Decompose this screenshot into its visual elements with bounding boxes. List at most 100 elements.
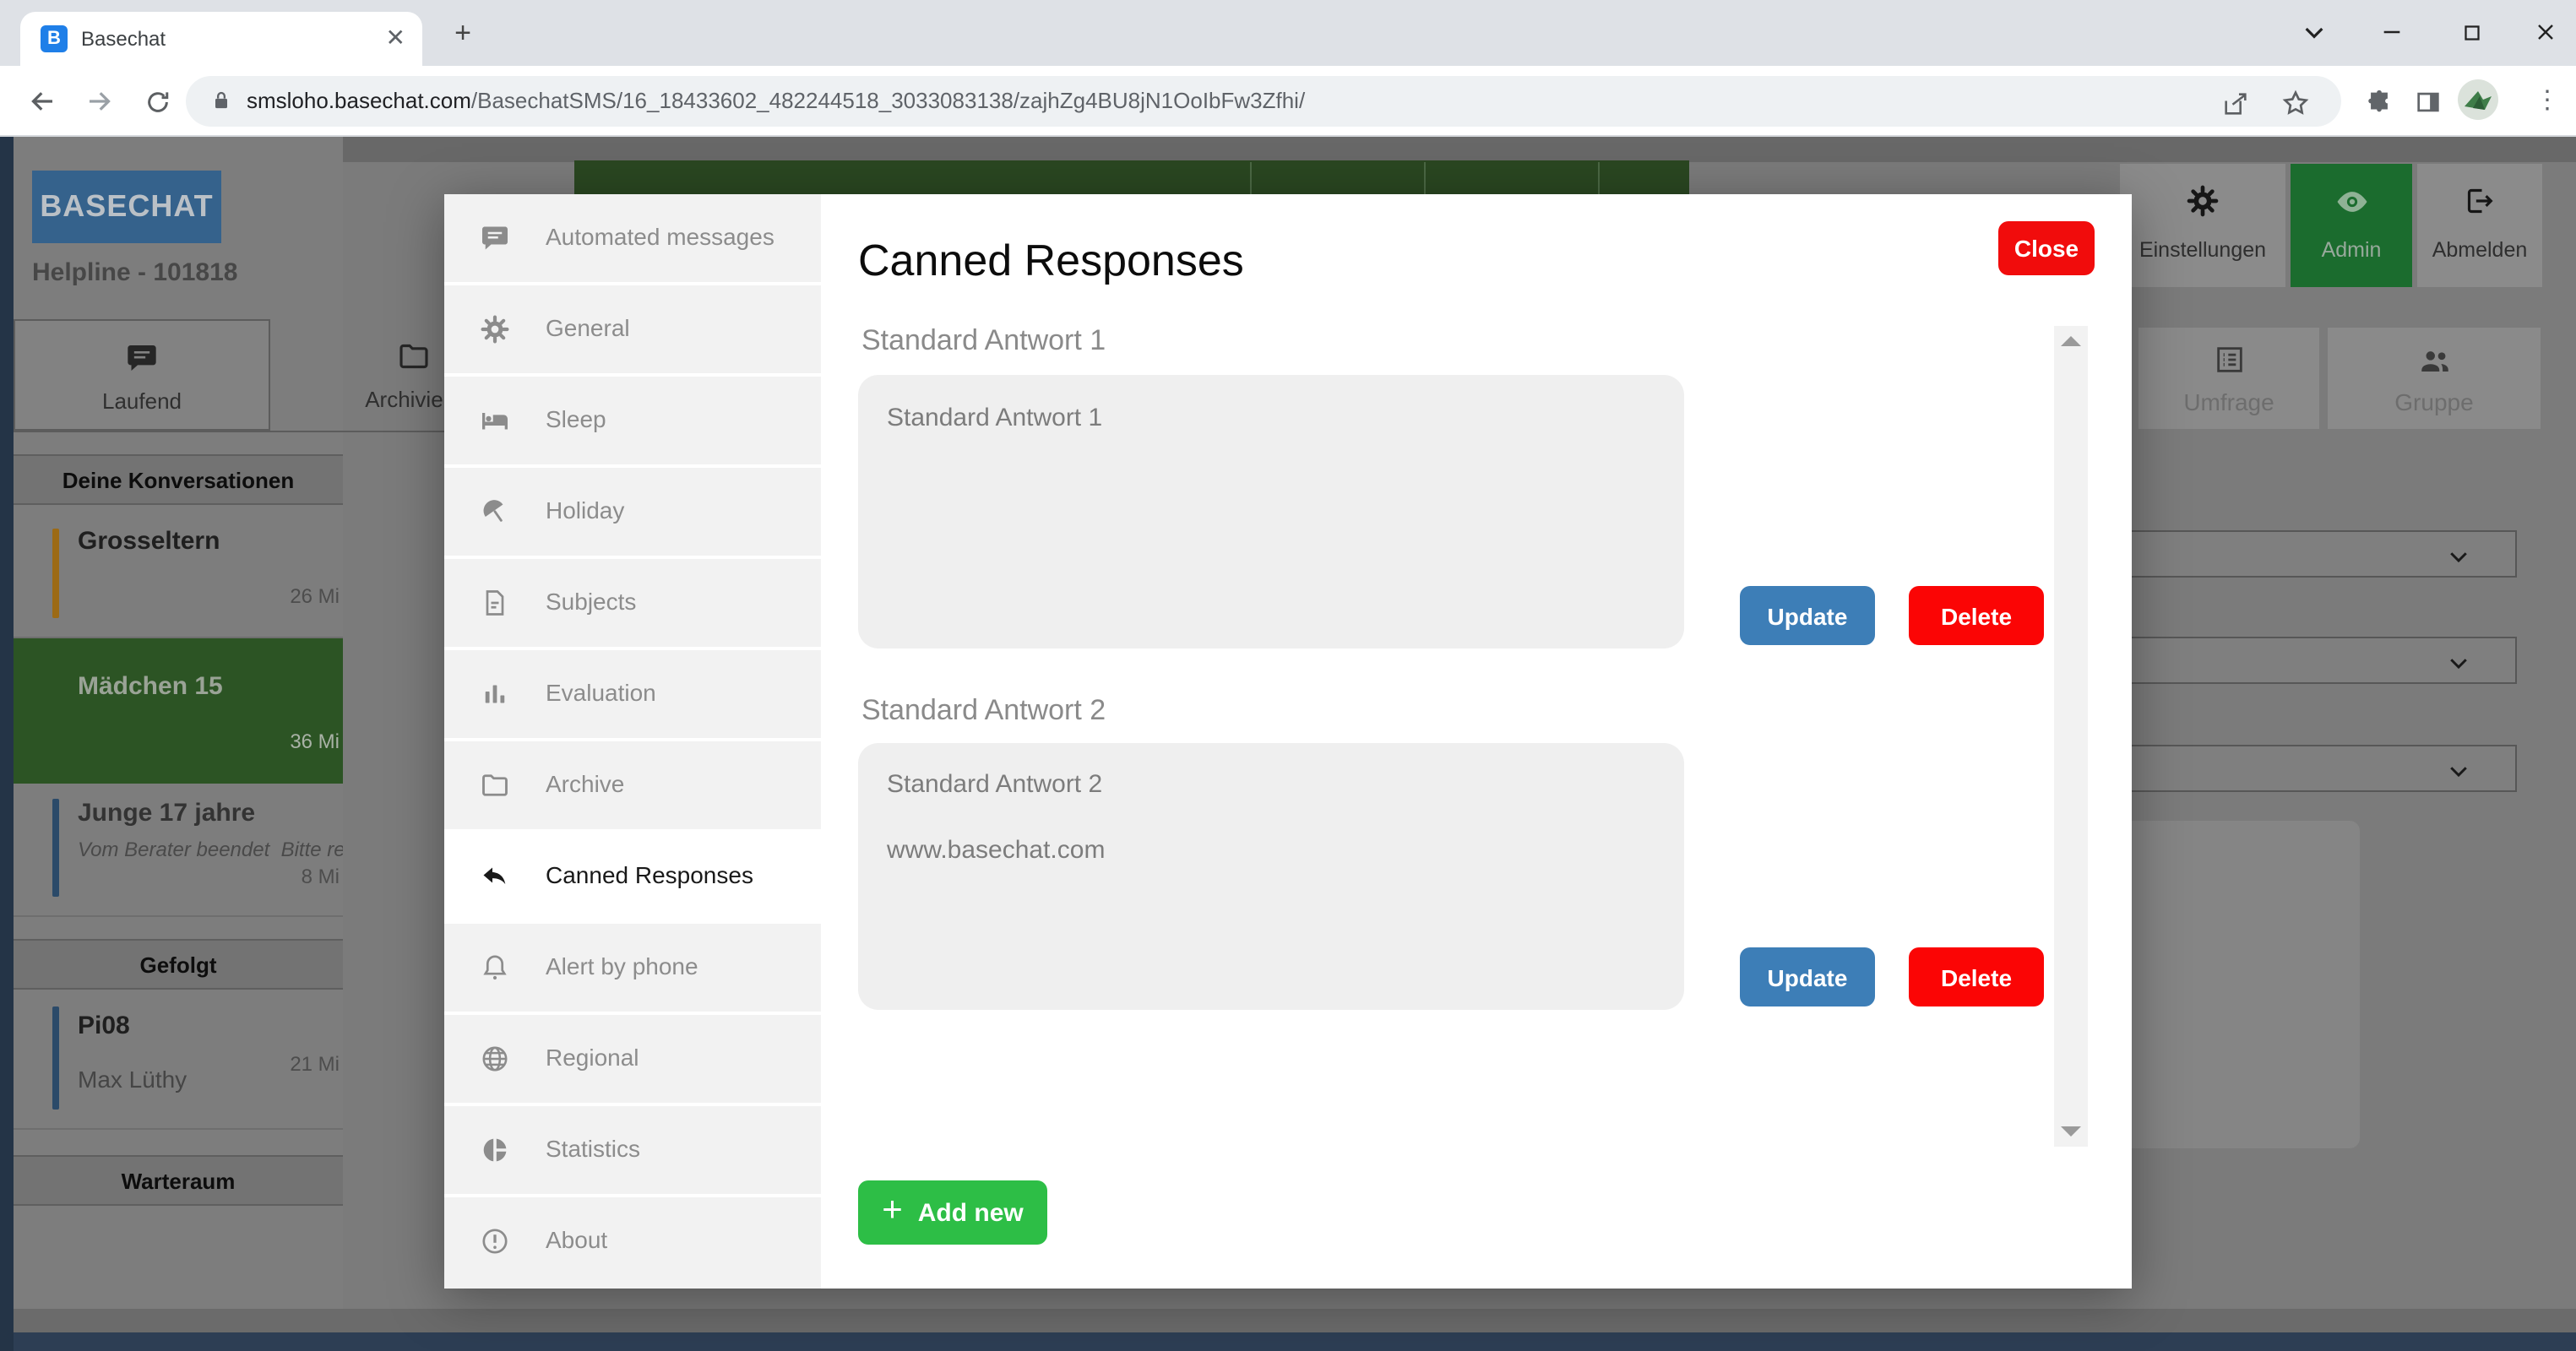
gear-icon bbox=[480, 314, 510, 345]
tab-close-icon[interactable]: ✕ bbox=[386, 24, 405, 52]
screen: B Basechat ✕ + smsloho.basechat.com/Base… bbox=[0, 0, 2576, 1351]
tab-laufend[interactable]: Laufend bbox=[14, 319, 270, 431]
bar-chart-icon bbox=[480, 679, 510, 709]
page-bottom-edge bbox=[0, 1332, 2576, 1351]
conversation-time: 21 Mi bbox=[290, 1052, 340, 1076]
logout-icon bbox=[2463, 184, 2497, 218]
modal-title: Canned Responses bbox=[858, 235, 1244, 287]
globe-icon bbox=[480, 1044, 510, 1074]
profile-avatar[interactable] bbox=[2458, 79, 2498, 120]
pie-chart-icon bbox=[480, 1135, 510, 1165]
admin-button[interactable]: Admin bbox=[2291, 164, 2412, 287]
delete-button[interactable]: Delete bbox=[1909, 947, 2044, 1006]
canned-response-textarea[interactable]: Standard Antwort 2 www.basechat.com bbox=[858, 743, 1684, 1010]
new-tab-button[interactable]: + bbox=[443, 14, 483, 54]
chevron-down-icon bbox=[2446, 650, 2471, 676]
conversation-item-selected[interactable]: Mädchen 15 36 Mi bbox=[14, 638, 343, 784]
window-minimize-icon[interactable] bbox=[2367, 10, 2417, 54]
delete-button[interactable]: Delete bbox=[1909, 586, 2044, 645]
chat-icon bbox=[480, 223, 510, 253]
scroll-up-icon[interactable] bbox=[2061, 336, 2081, 346]
document-icon bbox=[480, 588, 510, 618]
survey-list-icon bbox=[2212, 343, 2246, 377]
window-menu-chevron-icon[interactable] bbox=[2289, 10, 2340, 54]
list-header-warteraum: Warteraum bbox=[14, 1155, 343, 1206]
settings-button[interactable]: Einstellungen bbox=[2120, 164, 2285, 287]
basechat-logo: BASECHAT bbox=[32, 171, 221, 243]
close-button[interactable]: Close bbox=[1998, 221, 2095, 275]
sidebar-item-general[interactable]: General bbox=[444, 285, 821, 373]
back-icon[interactable] bbox=[20, 79, 64, 123]
modal-sidebar: Automated messages General Sleep Holiday… bbox=[444, 194, 821, 1289]
bell-icon bbox=[480, 952, 510, 983]
bed-icon bbox=[480, 405, 510, 436]
folder-icon bbox=[397, 339, 431, 373]
lock-icon bbox=[209, 88, 233, 113]
reload-icon[interactable] bbox=[135, 79, 179, 123]
tab-title: Basechat bbox=[81, 27, 166, 51]
favicon-icon: B bbox=[41, 25, 68, 52]
url-path: /BasechatSMS/16_18433602_482244518_30330… bbox=[471, 88, 1305, 113]
sidebar-item-subjects[interactable]: Subjects bbox=[444, 559, 821, 647]
scroll-down-icon[interactable] bbox=[2061, 1126, 2081, 1137]
conversation-item[interactable]: Junge 17 jahre Vom Berater beendet Bitte… bbox=[14, 785, 343, 915]
url-host: smsloho.basechat.com bbox=[247, 88, 471, 113]
share-icon[interactable] bbox=[2213, 81, 2257, 125]
chat-icon bbox=[125, 341, 159, 375]
status-bar bbox=[52, 1006, 59, 1110]
section-label: Standard Antwort 1 bbox=[861, 324, 1106, 358]
window-close-icon[interactable] bbox=[2520, 10, 2571, 54]
sidebar-item-alert-by-phone[interactable]: Alert by phone bbox=[444, 924, 821, 1012]
gear-icon bbox=[2186, 184, 2220, 218]
sidebar-item-canned-responses[interactable]: Canned Responses bbox=[444, 833, 821, 920]
browser-tab[interactable]: B Basechat ✕ bbox=[20, 12, 422, 66]
conversation-time: 36 Mi bbox=[290, 730, 340, 753]
sidebar-item-evaluation[interactable]: Evaluation bbox=[444, 650, 821, 738]
modal-scrollbar[interactable] bbox=[2054, 326, 2088, 1147]
sidebar-item-automated-messages[interactable]: Automated messages bbox=[444, 194, 821, 282]
status-bar bbox=[52, 529, 59, 618]
extensions-puzzle-icon[interactable] bbox=[2356, 79, 2400, 123]
bookmark-star-icon[interactable] bbox=[2274, 81, 2318, 125]
side-panel-icon[interactable] bbox=[2405, 79, 2449, 123]
sidebar-item-archive[interactable]: Archive bbox=[444, 741, 821, 829]
sidebar-item-about[interactable]: About bbox=[444, 1197, 821, 1289]
sidebar-item-regional[interactable]: Regional bbox=[444, 1015, 821, 1103]
browser-toolbar: smsloho.basechat.com/BasechatSMS/16_1843… bbox=[0, 66, 2576, 137]
chevron-down-icon bbox=[2446, 544, 2471, 569]
eye-icon bbox=[2334, 184, 2370, 220]
browser-tab-strip: B Basechat ✕ + bbox=[0, 0, 2576, 66]
page-top-band bbox=[0, 137, 2576, 162]
sidebar-item-holiday[interactable]: Holiday bbox=[444, 468, 821, 556]
plus-icon: + bbox=[882, 1191, 903, 1231]
canned-response-textarea[interactable]: Standard Antwort 1 bbox=[858, 375, 1684, 648]
forward-icon[interactable] bbox=[78, 79, 122, 123]
url-text[interactable]: smsloho.basechat.com/BasechatSMS/16_1843… bbox=[247, 88, 1305, 113]
list-header-gefolgt: Gefolgt bbox=[14, 939, 343, 990]
conversation-item[interactable]: Pi08 Max Lüthy 21 Mi bbox=[14, 991, 343, 1128]
add-new-button[interactable]: + Add new bbox=[858, 1180, 1047, 1245]
sidebar-item-statistics[interactable]: Statistics bbox=[444, 1106, 821, 1194]
page-left-edge bbox=[0, 137, 14, 1351]
helpline-label: Helpline - 101818 bbox=[32, 258, 237, 287]
address-bar[interactable]: smsloho.basechat.com/BasechatSMS/16_1843… bbox=[186, 76, 2341, 127]
update-button[interactable]: Update bbox=[1740, 586, 1875, 645]
page-bottom-band bbox=[0, 1309, 2576, 1332]
window-maximize-icon[interactable] bbox=[2446, 10, 2497, 54]
update-button[interactable]: Update bbox=[1740, 947, 1875, 1006]
list-header-konversationen: Deine Konversationen bbox=[14, 454, 343, 505]
reply-arrow-icon bbox=[480, 861, 510, 892]
section-label: Standard Antwort 2 bbox=[861, 694, 1106, 728]
people-icon bbox=[2417, 343, 2453, 378]
conversation-time: 8 Mi bbox=[302, 865, 340, 888]
sidebar-item-sleep[interactable]: Sleep bbox=[444, 377, 821, 464]
umbrella-icon bbox=[480, 496, 510, 527]
tab-umfrage[interactable]: Umfrage bbox=[2139, 328, 2319, 429]
conversation-time: 26 Mi bbox=[290, 584, 340, 608]
browser-menu-kebab-icon[interactable]: ⋮ bbox=[2530, 79, 2564, 122]
logout-button[interactable]: Abmelden bbox=[2417, 164, 2542, 287]
status-bar bbox=[52, 799, 59, 897]
conversation-item[interactable]: Grosseltern 26 Mi bbox=[14, 508, 343, 637]
folder-icon bbox=[480, 770, 510, 800]
tab-gruppe[interactable]: Gruppe bbox=[2328, 328, 2541, 429]
